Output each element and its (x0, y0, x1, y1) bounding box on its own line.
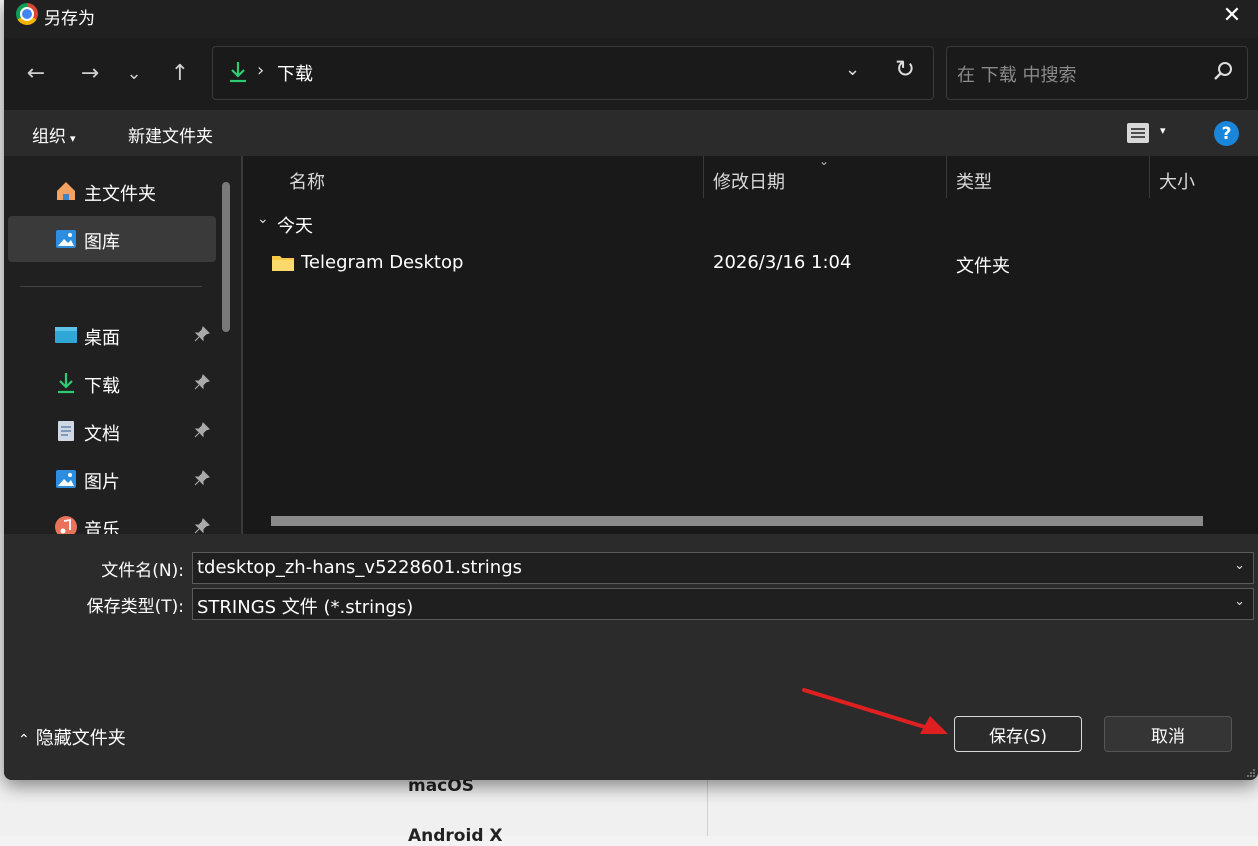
sidebar-item-label: 下载 (84, 376, 120, 397)
view-options-icon[interactable] (1126, 122, 1150, 144)
document-icon (58, 421, 74, 441)
chevron-up-icon: ⌃ (18, 732, 30, 748)
file-name: Telegram Desktop (301, 252, 464, 273)
horizontal-scrollbar[interactable] (271, 516, 1203, 526)
help-button[interactable]: ? (1214, 121, 1239, 146)
hide-folders-toggle[interactable]: ⌃ 隐藏文件夹 (18, 724, 126, 750)
forward-button[interactable]: → (72, 58, 108, 88)
address-dropdown-button[interactable]: ⌄ (845, 59, 860, 80)
column-header-size[interactable]: 大小 (1159, 168, 1195, 194)
resize-grip-icon[interactable] (1246, 768, 1256, 778)
sidebar-item-desktop[interactable]: 桌面 (8, 312, 216, 358)
navigation-bar: ← → ⌄ ↑ › 下载 ⌄ ↻ 在 下载 中搜索 (4, 38, 1258, 110)
gallery-icon (56, 230, 76, 248)
sidebar-divider (20, 286, 202, 287)
filetype-value: STRINGS 文件 (*.strings) (197, 597, 414, 618)
file-row[interactable]: Telegram Desktop 2026/3/16 1:04 文件夹 (243, 246, 1258, 280)
organize-caret-icon: ▾ (70, 132, 76, 145)
search-input[interactable]: 在 下载 中搜索 (946, 46, 1248, 100)
column-separator[interactable] (946, 156, 947, 198)
sidebar-item-label: 主文件夹 (84, 184, 156, 205)
home-icon (57, 182, 75, 200)
sidebar-item-pictures[interactable]: 图片 (8, 456, 216, 502)
close-button[interactable]: ✕ (1212, 0, 1252, 30)
column-separator[interactable] (703, 156, 704, 198)
sort-indicator-icon: ⌄ (819, 154, 830, 168)
file-type: 文件夹 (956, 256, 1010, 277)
search-placeholder: 在 下载 中搜索 (957, 65, 1077, 86)
sidebar-item-gallery[interactable]: 图库 (8, 216, 216, 262)
filetype-label: 保存类型(T): (86, 597, 184, 617)
sidebar-item-documents[interactable]: 文档 (8, 408, 216, 454)
up-button[interactable]: ↑ (162, 58, 198, 88)
sidebar-item-label: 图库 (84, 232, 120, 253)
chevron-down-icon[interactable]: ⌄ (1234, 594, 1245, 609)
breadcrumb-separator: › (257, 60, 265, 81)
filename-field[interactable]: tdesktop_zh-hans_v5228601.strings ⌄ (192, 552, 1254, 584)
view-options-caret-icon[interactable]: ▾ (1160, 124, 1166, 137)
pin-icon (194, 326, 210, 342)
pin-icon (194, 422, 210, 438)
organize-menu[interactable]: 组织 ▾ (32, 122, 76, 147)
search-icon (1214, 62, 1232, 80)
refresh-button[interactable]: ↻ (895, 55, 915, 83)
filename-label: 文件名(N): (101, 561, 184, 581)
column-header-name[interactable]: 名称 (289, 168, 325, 194)
navigation-pane: 主文件夹 图库 桌面 下载 文档 图片 音乐 (4, 156, 240, 541)
sidebar-scrollbar[interactable] (222, 182, 230, 332)
folder-icon (272, 256, 294, 271)
download-icon (58, 373, 74, 394)
filename-value: tdesktop_zh-hans_v5228601.strings (197, 557, 523, 578)
pin-icon (194, 374, 210, 390)
pin-icon (194, 518, 210, 534)
file-date: 2026/3/16 1:04 (713, 252, 852, 273)
save-button[interactable]: 保存(S) (954, 716, 1082, 752)
filetype-select[interactable]: STRINGS 文件 (*.strings) ⌄ (192, 588, 1254, 620)
download-icon (230, 62, 246, 83)
chevron-down-icon[interactable]: ⌄ (1234, 558, 1245, 573)
hide-folders-label: 隐藏文件夹 (35, 728, 126, 749)
back-button[interactable]: ← (18, 58, 54, 88)
sidebar-item-label: 文档 (84, 424, 120, 445)
sidebar-item-label: 图片 (84, 472, 120, 493)
column-header-type[interactable]: 类型 (956, 168, 992, 194)
organize-label: 组织 (32, 127, 66, 147)
cancel-button[interactable]: 取消 (1104, 716, 1232, 752)
group-header-today[interactable]: 今天 (277, 212, 313, 238)
recent-locations-button[interactable]: ⌄ (116, 58, 152, 88)
pictures-icon (56, 470, 76, 488)
sidebar-item-downloads[interactable]: 下载 (8, 360, 216, 406)
save-as-dialog: 另存为 ✕ ← → ⌄ ↑ › 下载 ⌄ ↻ 在 下载 中搜索 组织 ▾ 新建文… (4, 0, 1258, 780)
dialog-title: 另存为 (44, 9, 95, 29)
pin-icon (194, 470, 210, 486)
group-collapse-icon[interactable]: ⌄ (257, 211, 269, 227)
column-header-date[interactable]: 修改日期 (713, 168, 785, 194)
background-divider (707, 780, 708, 836)
command-toolbar: 组织 ▾ 新建文件夹 ▾ ? (4, 110, 1258, 156)
sidebar-item-label: 桌面 (84, 328, 120, 349)
desktop-icon (55, 327, 77, 343)
annotation-arrow-icon (802, 688, 948, 734)
title-bar: 另存为 ✕ (4, 0, 1258, 30)
column-separator[interactable] (1149, 156, 1150, 198)
background-text-android: Android X (408, 826, 503, 846)
breadcrumb-downloads[interactable]: 下载 (277, 60, 313, 86)
file-list: 名称 ⌄ 修改日期 类型 大小 ⌄ 今天 Telegram Desktop 20… (243, 154, 1258, 534)
chrome-icon (16, 3, 38, 25)
save-options-panel: 文件名(N): tdesktop_zh-hans_v5228601.string… (4, 534, 1258, 780)
sidebar-item-home[interactable]: 主文件夹 (8, 168, 216, 214)
address-bar[interactable]: › 下载 ⌄ ↻ (212, 46, 934, 100)
new-folder-button[interactable]: 新建文件夹 (128, 122, 213, 147)
